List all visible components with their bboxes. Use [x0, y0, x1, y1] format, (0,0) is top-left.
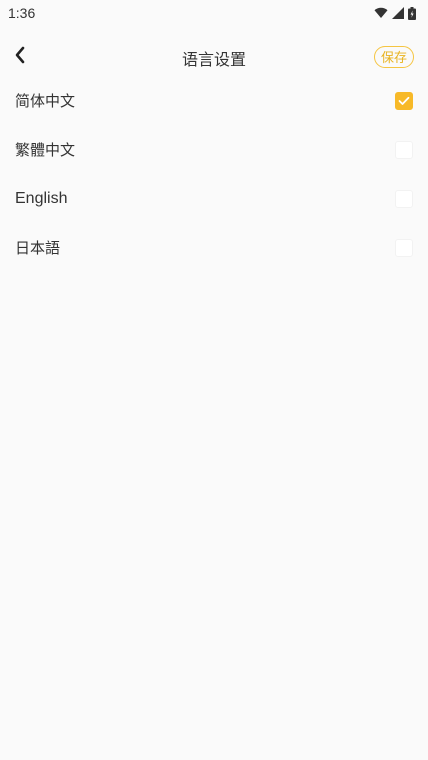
- language-checkbox[interactable]: [395, 189, 413, 208]
- language-item-en[interactable]: English: [0, 174, 428, 223]
- language-item-zh-hans[interactable]: 简体中文: [0, 76, 428, 125]
- cell-signal-icon: [392, 7, 404, 19]
- language-checkbox[interactable]: [395, 140, 413, 159]
- language-checkbox[interactable]: [395, 238, 413, 257]
- language-checkbox[interactable]: [395, 91, 413, 110]
- status-time: 1:36: [8, 5, 36, 21]
- language-item-ja[interactable]: 日本語: [0, 223, 428, 272]
- battery-icon: [408, 6, 416, 20]
- check-icon: [398, 91, 410, 110]
- language-list: 简体中文 繁體中文 English 日本語: [0, 76, 428, 272]
- status-icons: [374, 6, 416, 20]
- header: 语言设置 保存: [0, 38, 428, 76]
- status-bar: 1:36: [0, 0, 428, 26]
- language-label: 繁體中文: [15, 141, 76, 159]
- page-title: 语言设置: [181, 50, 246, 69]
- language-item-zh-hant[interactable]: 繁體中文: [0, 125, 428, 174]
- language-label: 简体中文: [15, 92, 76, 110]
- language-label: 日本語: [15, 239, 61, 257]
- save-button[interactable]: 保存: [373, 46, 414, 68]
- wifi-icon: [374, 7, 388, 19]
- language-label: English: [15, 189, 68, 207]
